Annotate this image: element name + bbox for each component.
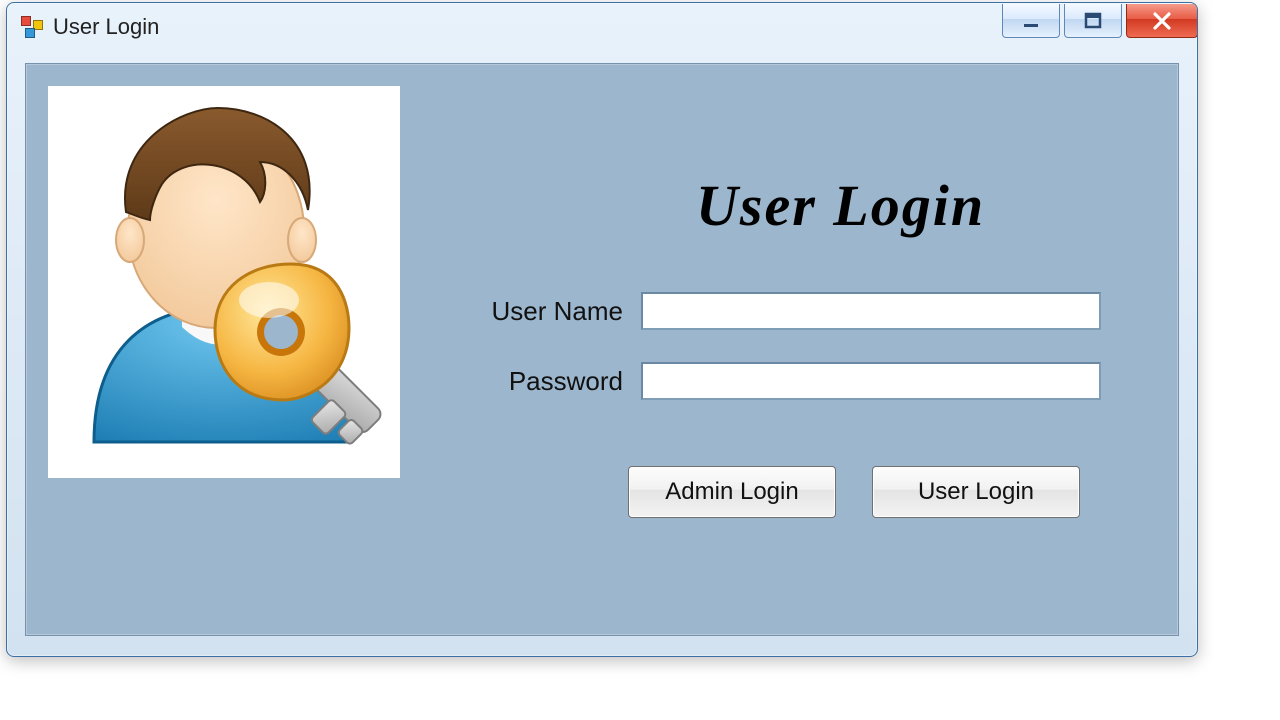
login-window: User Login: [6, 2, 1198, 657]
maximize-icon: [1083, 11, 1103, 31]
password-row: Password: [466, 362, 1101, 400]
window-title: User Login: [53, 14, 998, 40]
client-panel: User Login User Name Password Admin Logi…: [25, 63, 1179, 636]
admin-login-button[interactable]: Admin Login: [628, 466, 836, 518]
password-label: Password: [466, 366, 641, 397]
maximize-button[interactable]: [1064, 4, 1122, 38]
caption-buttons: [998, 4, 1198, 42]
minimize-button[interactable]: [1002, 4, 1060, 38]
minimize-icon: [1021, 11, 1041, 31]
close-icon: [1151, 10, 1173, 32]
user-with-key-icon: [64, 102, 384, 462]
titlebar[interactable]: User Login: [7, 3, 1197, 51]
password-input[interactable]: [641, 362, 1101, 400]
button-row: Admin Login User Login: [628, 466, 1080, 518]
username-input[interactable]: [641, 292, 1101, 330]
form-heading: User Login: [696, 172, 985, 239]
username-row: User Name: [466, 292, 1101, 330]
user-login-button[interactable]: User Login: [872, 466, 1080, 518]
username-label: User Name: [466, 296, 641, 327]
user-key-picture: [48, 86, 400, 478]
winforms-app-icon: [21, 16, 43, 38]
close-button[interactable]: [1126, 4, 1198, 38]
